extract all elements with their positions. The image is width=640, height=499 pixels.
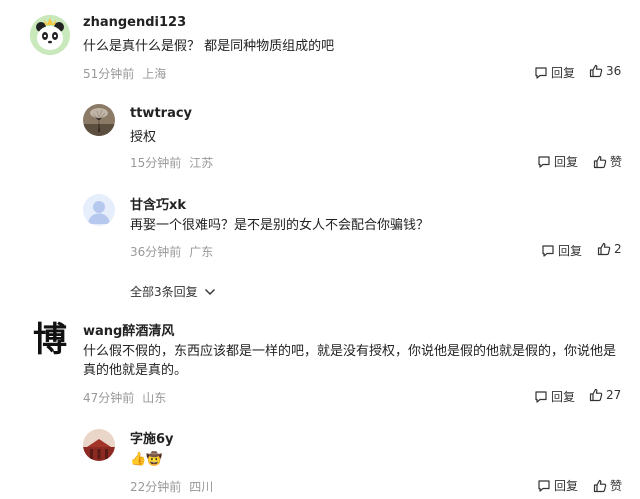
reply-button[interactable]: 回复 (534, 388, 575, 405)
timestamp: 51分钟前 (83, 67, 135, 81)
expand-replies-label: 全部3条回复 (130, 285, 198, 299)
like-label: 赞 (610, 479, 623, 493)
comment-bubble-icon (542, 244, 554, 257)
comment-bubble-icon (538, 479, 550, 492)
thumbs-up-icon (593, 155, 607, 168)
reply-button[interactable]: 回复 (541, 242, 582, 259)
comment-bubble-icon (535, 390, 547, 403)
comment-meta: 51分钟前 上海 (83, 65, 166, 82)
like-count: 2 (614, 242, 622, 256)
reply-meta: 15分钟前 江苏 (130, 154, 213, 171)
timestamp: 47分钟前 (83, 391, 135, 405)
like-button[interactable]: 36 (589, 64, 621, 78)
thumbs-up-icon (597, 242, 611, 256)
comment-bubble-icon (535, 66, 547, 79)
like-button[interactable]: 27 (589, 388, 621, 402)
reply-label: 回复 (551, 390, 576, 404)
location: 上海 (142, 67, 167, 81)
comment-item: zhangendi123 什么是真什么是假？ 都是同种物质组成的吧 51分钟前上… (0, 0, 640, 90)
like-count: 27 (606, 388, 622, 402)
tree-photo-avatar-icon[interactable] (83, 104, 115, 136)
reply-item: ttwtracy 授权 15分钟前 江苏 回复 赞 (0, 90, 640, 180)
thumbs-up-icon (593, 479, 607, 492)
temple-photo-avatar-icon[interactable] (83, 429, 115, 461)
reply-item: 甘含巧xk 再娶一个很难吗？是不是别的女人不会配合你骗钱？ 36分钟前 广东 回复… (0, 180, 640, 270)
username[interactable]: 甘含巧xk (130, 194, 186, 213)
comment-text: 什么假不假的，东西应该都是一样的吧，就是没有授权，你说他是假的他就是假的，你说他… (83, 344, 617, 378)
location: 江苏 (189, 156, 214, 170)
reply-label: 回复 (558, 244, 583, 258)
reply-meta: 22分钟前 四川 (130, 478, 213, 495)
location: 山东 (142, 391, 167, 405)
comment-item: 博 wang醉酒清风 什么假不假的，东西应该都是一样的吧，就是没有授权，你说他是… (0, 310, 640, 420)
comment-meta: 47分钟前 山东 (83, 389, 166, 406)
location: 广东 (189, 245, 214, 259)
thumbs-up-icon (589, 388, 603, 402)
panda-avatar-icon[interactable] (30, 15, 70, 55)
reply-button[interactable]: 回复 (537, 477, 578, 494)
username[interactable]: zhangendi123 (83, 15, 186, 30)
comment-text: 什么是真什么是假？ 都是同种物质组成的吧 (83, 39, 335, 54)
timestamp: 36分钟前 (130, 245, 182, 259)
timestamp: 15分钟前 (130, 156, 182, 170)
username[interactable]: 字施6y (130, 428, 174, 447)
default-user-avatar-icon[interactable] (83, 194, 115, 226)
reply-label: 回复 (554, 155, 579, 169)
reply-item: 字施6y 👍🤠 22分钟前 四川 回复 赞 (0, 420, 640, 499)
calligraphy-bo-avatar-icon[interactable]: 博 (30, 320, 70, 360)
thumbs-up-icon (589, 64, 603, 78)
reply-button[interactable]: 回复 (534, 64, 575, 81)
reply-text: 👍🤠 (130, 450, 162, 469)
like-count: 36 (606, 64, 622, 78)
like-button[interactable]: 2 (597, 242, 622, 256)
avatar-calligraphy: 博 (33, 320, 67, 360)
comment-bubble-icon (538, 155, 550, 168)
location: 四川 (189, 480, 214, 494)
chevron-down-icon (204, 288, 215, 295)
reply-meta: 36分钟前 广东 (130, 243, 213, 260)
username[interactable]: ttwtracy (130, 106, 192, 121)
expand-replies-button[interactable]: 全部3条回复 (130, 283, 216, 300)
reply-text: 再娶一个很难吗？是不是别的女人不会配合你骗钱？ (130, 218, 430, 233)
emoji-reaction: 👍🤠 (130, 452, 163, 467)
timestamp: 22分钟前 (130, 480, 182, 494)
reply-text: 授权 (130, 130, 157, 145)
like-label: 赞 (610, 155, 623, 169)
like-button[interactable]: 赞 (593, 153, 622, 170)
reply-label: 回复 (554, 479, 579, 493)
like-button[interactable]: 赞 (593, 477, 622, 494)
reply-label: 回复 (551, 66, 576, 80)
reply-button[interactable]: 回复 (537, 153, 578, 170)
username[interactable]: wang醉酒清风 (83, 320, 174, 339)
